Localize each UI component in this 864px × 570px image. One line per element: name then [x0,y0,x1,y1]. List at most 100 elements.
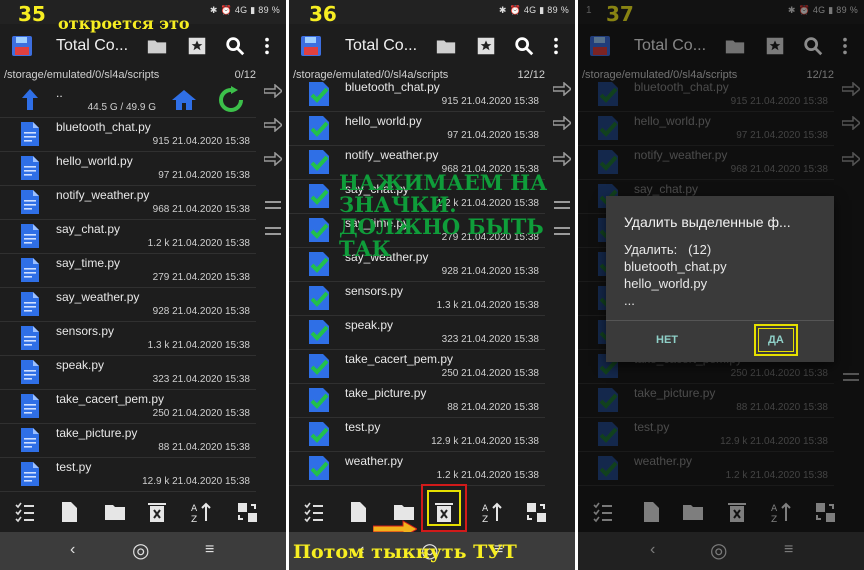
file-time: 15:38 [513,368,539,379]
selected-checkbox-icon[interactable] [307,353,331,379]
file-row[interactable]: take_picture.py 88 21.04.2020 15:38 [289,384,545,418]
selected-checkbox-icon[interactable] [307,81,331,107]
panel-step-37: 1 ✱ ⏰ 4G ▮ 89 % 37 Total Co... /storage/… [578,0,864,570]
selected-checkbox-icon[interactable] [307,319,331,345]
file-row[interactable]: say_chat.py 1.2 k 21.04.2020 15:38 [0,220,256,254]
folder-icon[interactable] [146,35,168,57]
file-row[interactable]: say_time.py 279 21.04.2020 15:38 [0,254,256,288]
new-folder-icon[interactable] [104,501,126,523]
svg-text:Z: Z [191,515,197,523]
file-row[interactable]: hello_world.py 97 21.04.2020 15:38 [0,152,256,186]
file-date: 21.04.2020 [461,334,512,345]
checklist-icon[interactable] [303,501,325,523]
file-size: 97 [447,130,459,141]
file-row[interactable]: say_weather.py 928 21.04.2020 15:38 [0,288,256,322]
selected-checkbox-icon[interactable] [307,217,331,243]
file-meta: 97 21.04.2020 15:38 [158,170,250,181]
file-size: 12.9 k [142,476,170,487]
save-icon[interactable] [299,34,323,58]
nav-home-button[interactable]: ◎ [132,538,149,563]
file-name: say_time.py [56,256,121,270]
dialog-no-button[interactable]: НЕТ [656,334,678,346]
file-size: 968 [152,204,170,215]
up-arrow-icon [22,89,38,110]
file-time: 15:38 [224,238,250,249]
file-icon [21,394,39,418]
dialog-yes-button[interactable]: ДА [768,334,784,346]
nav-menu-button[interactable]: ≡ [205,541,214,559]
delete-icon[interactable] [433,501,455,523]
equal-icon[interactable] [553,224,571,238]
more-vert-icon[interactable] [256,35,278,57]
file-row[interactable]: sensors.py 1.3 k 21.04.2020 15:38 [0,322,256,356]
file-row[interactable]: weather.py 1.2 k 21.04.2020 15:38 [289,452,545,486]
selected-checkbox-icon[interactable] [307,251,331,277]
folder-icon[interactable] [435,35,457,57]
swap-panels-icon[interactable] [525,501,547,523]
selected-checkbox-icon[interactable] [307,455,331,481]
arrow-right-icon[interactable] [553,82,571,96]
file-row[interactable]: bluetooth_chat.py 915 21.04.2020 15:38 [0,118,256,152]
bookmark-star-icon[interactable] [186,35,208,57]
selected-checkbox-icon[interactable] [307,183,331,209]
equal-icon[interactable] [264,224,282,238]
sort-icon[interactable]: AZ [190,501,212,523]
file-row[interactable]: speak.py 323 21.04.2020 15:38 [0,356,256,390]
file-row[interactable]: sensors.py 1.3 k 21.04.2020 15:38 [289,282,545,316]
file-row[interactable]: take_cacert_pem.py 250 21.04.2020 15:38 [289,350,545,384]
file-row[interactable]: test.py 12.9 k 21.04.2020 15:38 [0,458,256,492]
selected-checkbox-icon[interactable] [307,387,331,413]
file-name: sensors.py [345,284,404,298]
sort-icon[interactable]: AZ [481,501,503,523]
refresh-icon[interactable] [218,86,244,114]
file-row[interactable]: bluetooth_chat.py 915 21.04.2020 15:38 [289,78,545,112]
more-vert-icon[interactable] [545,35,567,57]
file-row[interactable]: speak.py 323 21.04.2020 15:38 [289,316,545,350]
android-nav-bar: ‹ ◎ ≡ [0,532,286,570]
file-row[interactable]: take_picture.py 88 21.04.2020 15:38 [0,424,256,458]
bookmark-star-icon[interactable] [475,35,497,57]
search-icon[interactable] [513,35,535,57]
file-name: weather.py [345,454,404,468]
file-icon [21,326,39,350]
caption-then-tap-here: Потом тыкнуть ТУТ [293,541,517,563]
new-file-icon[interactable] [58,501,80,523]
arrow-right-icon[interactable] [553,116,571,130]
file-row[interactable]: take_cacert_pem.py 250 21.04.2020 15:38 [0,390,256,424]
file-row[interactable]: notify_weather.py 968 21.04.2020 15:38 [0,186,256,220]
file-row[interactable]: hello_world.py 97 21.04.2020 15:38 [289,112,545,146]
arrow-right-icon[interactable] [264,118,282,132]
selected-checkbox-icon[interactable] [307,149,331,175]
file-time: 15:38 [224,340,250,351]
file-name: hello_world.py [345,114,422,128]
swap-panels-icon[interactable] [236,501,258,523]
panel-step-36: ✱ ⏰ 4G ▮ 89 % 36 Total Co... /storage/em… [289,0,575,570]
equal-icon[interactable] [553,198,571,212]
svg-text:Z: Z [482,515,488,523]
selected-checkbox-icon[interactable] [307,115,331,141]
file-date: 21.04.2020 [172,136,223,147]
file-name: take_picture.py [345,386,427,400]
delete-icon[interactable] [146,501,168,523]
file-row[interactable]: test.py 12.9 k 21.04.2020 15:38 [289,418,545,452]
save-icon[interactable] [10,34,34,58]
file-size: 323 [441,334,459,345]
file-size: 1.2 k [147,238,170,249]
home-icon[interactable] [170,88,198,112]
toolbar: Total Co... [289,28,575,66]
file-date: 21.04.2020 [172,204,223,215]
arrow-right-icon[interactable] [264,152,282,166]
arrow-right-icon[interactable] [553,152,571,166]
selected-checkbox-icon[interactable] [307,285,331,311]
checklist-icon[interactable] [14,501,36,523]
selected-checkbox-icon[interactable] [307,421,331,447]
nav-back-button[interactable]: ‹ [70,541,75,559]
file-icon [21,360,39,384]
equal-icon[interactable] [264,198,282,212]
file-time: 15:38 [513,334,539,345]
new-file-icon[interactable] [347,501,369,523]
file-list: .. 44.5 G / 49.9 G bluetooth_chat.py 915 … [0,84,256,492]
arrow-right-icon[interactable] [264,84,282,98]
parent-dir-row[interactable]: .. 44.5 G / 49.9 G [0,84,256,118]
search-icon[interactable] [224,35,246,57]
